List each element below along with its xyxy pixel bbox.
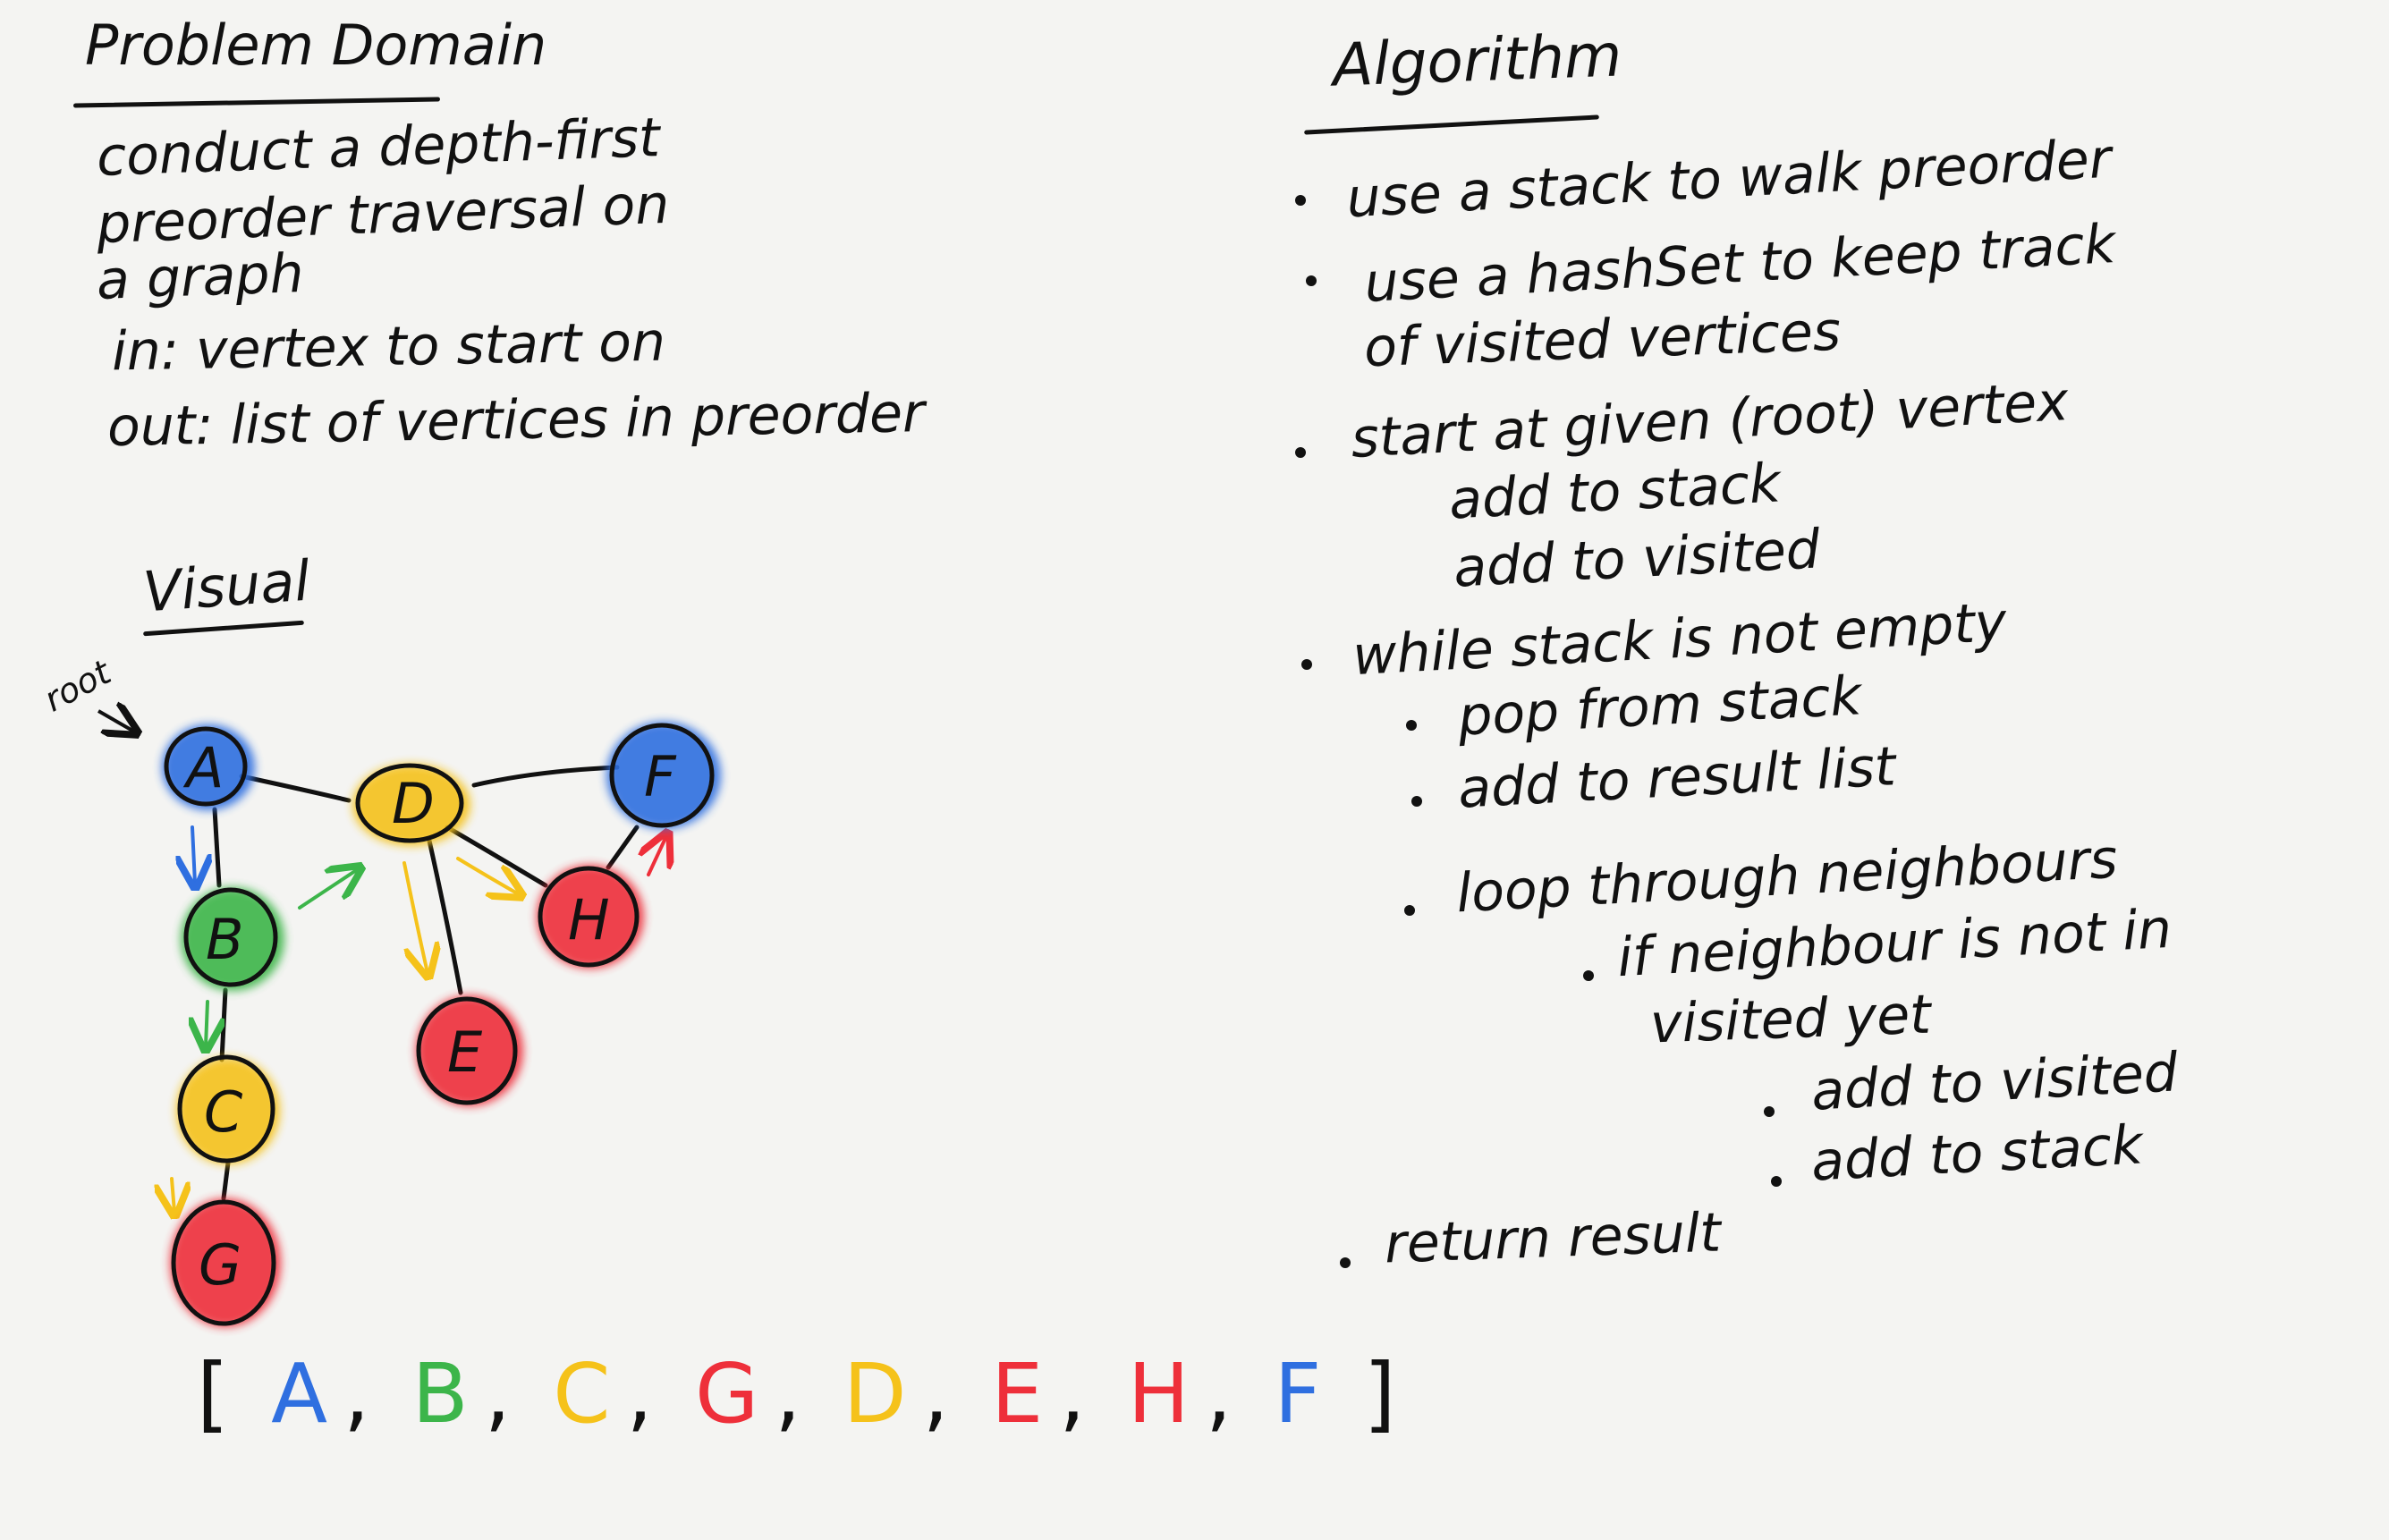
edge-d-h (445, 825, 548, 888)
node-c: C (176, 1054, 280, 1164)
edge-c-g (221, 1160, 231, 1201)
node-c-label: C (204, 1079, 243, 1145)
arrow-c-g (172, 1177, 174, 1212)
step-bullet-1 (1295, 195, 1306, 206)
node-e: E (416, 995, 523, 1106)
node-g: G (170, 1198, 281, 1327)
result-sep-6: , (1059, 1346, 1086, 1442)
node-f-label: F (644, 744, 677, 809)
result-item-c: C (553, 1346, 611, 1442)
root-arrow (97, 711, 134, 732)
step-3-substep-1: add to stack (1447, 452, 1783, 532)
edge-h-f (606, 825, 640, 870)
step-bullet-4 (1301, 659, 1312, 670)
result-open-bracket: [ (197, 1346, 229, 1442)
arrow-b-c (206, 1000, 208, 1046)
result-sep-5: , (922, 1346, 949, 1442)
step-bullet-10 (1771, 1176, 1782, 1187)
node-a-label: A (182, 735, 224, 800)
result-item-g: G (694, 1346, 759, 1442)
result-sep-4: , (775, 1346, 801, 1442)
result-close-bracket: ] (1363, 1346, 1396, 1442)
node-d: D (352, 763, 470, 846)
result-item-e: E (991, 1346, 1044, 1442)
step-5: return result (1383, 1201, 1723, 1276)
step-bullet-8 (1583, 970, 1594, 981)
result-sep-3: , (626, 1346, 653, 1442)
node-d-label: D (392, 771, 435, 836)
result-sep-2: , (484, 1346, 511, 1442)
step-4-add-stack: add to stack (1809, 1113, 2145, 1194)
node-b-label: B (206, 907, 244, 972)
step-2-continued: of visited vertices (1362, 300, 1843, 380)
arrow-h-f (648, 836, 666, 876)
result-sep-1: , (343, 1346, 370, 1442)
edge-b-c (219, 987, 228, 1062)
result-list: [ A, B, C, G, D, E, H, F ] (197, 1346, 1412, 1442)
node-e-label: E (447, 1020, 483, 1085)
step-bullet-2 (1306, 275, 1317, 286)
result-item-d: D (843, 1346, 907, 1442)
step-bullet-5 (1406, 720, 1417, 731)
step-bullet-3 (1295, 447, 1306, 458)
node-a: A (162, 724, 255, 810)
step-bullet-7 (1404, 905, 1415, 916)
edge-d-f (471, 765, 620, 788)
step-bullet-11 (1340, 1257, 1351, 1268)
result-item-a: A (271, 1346, 328, 1442)
edge-a-b (212, 807, 222, 888)
result-item-f: F (1274, 1346, 1322, 1442)
node-b: B (181, 887, 284, 991)
node-h: H (537, 865, 644, 969)
arrow-b-d (298, 869, 358, 910)
arrow-d-e (402, 861, 428, 973)
result-sep-7: , (1205, 1346, 1233, 1442)
result-item-h: H (1127, 1346, 1190, 1442)
arrow-a-b (192, 825, 195, 884)
algorithm-title: Algorithm (1331, 21, 1623, 100)
step-bullet-9 (1764, 1106, 1775, 1117)
edge-d-e (427, 838, 463, 995)
node-f: F (606, 722, 721, 829)
result-item-b: B (411, 1346, 469, 1442)
node-h-label: H (568, 887, 610, 952)
step-4-if-continued: visited yet (1648, 983, 1932, 1056)
step-bullet-6 (1411, 796, 1422, 807)
edge-a-d (239, 774, 352, 803)
node-g-label: G (199, 1232, 241, 1298)
